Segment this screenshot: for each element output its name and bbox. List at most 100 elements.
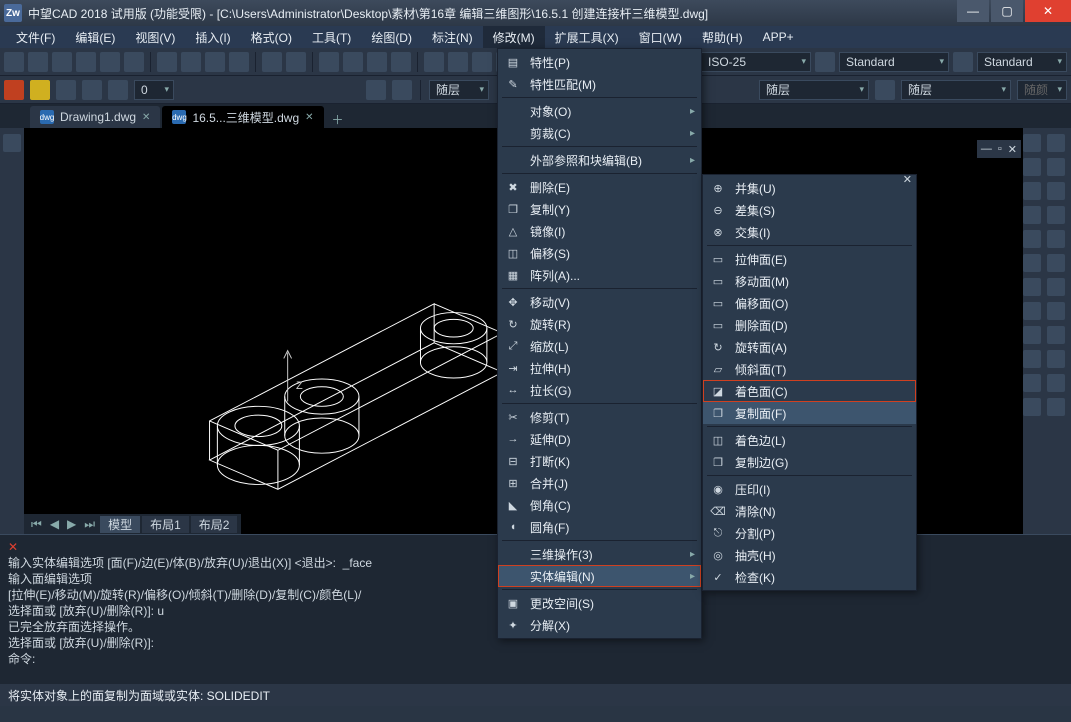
textstyle-combo[interactable]: Standard — [839, 52, 949, 72]
modify-menu-item[interactable]: ◖圆角(F) — [498, 516, 701, 538]
modify-menu-item[interactable]: 外部参照和块编辑(B) — [498, 149, 701, 171]
tool-icon[interactable] — [1023, 326, 1041, 344]
tool-icon[interactable] — [1023, 254, 1041, 272]
color-combo[interactable]: 随层 — [429, 80, 489, 100]
tool-icon[interactable] — [1047, 326, 1065, 344]
tablestyle-icon[interactable] — [953, 52, 973, 72]
layercolor-icon[interactable] — [108, 80, 128, 100]
modify-menu-item[interactable]: →延伸(D) — [498, 428, 701, 450]
tool-icon[interactable] — [1047, 278, 1065, 296]
tool-icon[interactable] — [3, 134, 21, 152]
doc-tab-drawing1[interactable]: dwg Drawing1.dwg ✕ — [30, 106, 160, 128]
menu-help[interactable]: 帮助(H) — [692, 26, 753, 48]
solidedit-menu-item[interactable]: ❐复制边(G) — [703, 451, 916, 473]
solidedit-menu-item[interactable]: ▭偏移面(O) — [703, 292, 916, 314]
tool-icon[interactable] — [1047, 302, 1065, 320]
solidedit-menu-item[interactable]: ⊖差集(S) — [703, 199, 916, 221]
close-tab-icon[interactable]: ✕ — [142, 112, 150, 123]
tab-model[interactable]: 模型 — [100, 516, 140, 533]
tool-icon[interactable] — [1023, 350, 1041, 368]
close-tab-icon[interactable]: ✕ — [305, 112, 313, 123]
modify-menu-item[interactable]: ↔拉长(G) — [498, 379, 701, 401]
solidedit-menu-item[interactable]: ▭删除面(D) — [703, 314, 916, 336]
menu-file[interactable]: 文件(F) — [6, 26, 65, 48]
menu-express[interactable]: 扩展工具(X) — [545, 26, 629, 48]
minimize-button[interactable]: — — [957, 0, 989, 22]
lineweight-combo[interactable]: 随层 — [901, 80, 1011, 100]
modify-menu-item[interactable]: 实体编辑(N) — [498, 565, 701, 587]
modify-menu-item[interactable]: ⊟打断(K) — [498, 450, 701, 472]
dimstyle-combo[interactable]: ISO-25 — [701, 52, 811, 72]
panel-minimize-icon[interactable]: — — [981, 143, 992, 155]
close-button[interactable]: ✕ — [1025, 0, 1071, 22]
solidedit-menu-item[interactable]: ⎋分割(P) — [703, 522, 916, 544]
solidedit-menu-item[interactable]: ⌫清除(N) — [703, 500, 916, 522]
menu-draw[interactable]: 绘图(D) — [361, 26, 422, 48]
modify-menu-item[interactable]: ✖删除(E) — [498, 176, 701, 198]
open-icon[interactable] — [28, 52, 48, 72]
zoom-icon[interactable] — [343, 52, 363, 72]
modify-menu-item[interactable]: ✦分解(X) — [498, 614, 701, 636]
solidedit-menu-item[interactable]: ⊕并集(U) — [703, 177, 916, 199]
tool-icon[interactable] — [1023, 158, 1041, 176]
print-icon[interactable] — [100, 52, 120, 72]
tool-icon[interactable] — [1047, 350, 1065, 368]
tool-icon[interactable] — [1023, 206, 1041, 224]
tab-layout1[interactable]: 布局1 — [142, 516, 189, 533]
lineweight-icon[interactable] — [366, 80, 386, 100]
linetype-icon[interactable] — [392, 80, 412, 100]
menu-edit[interactable]: 编辑(E) — [65, 26, 125, 48]
solidedit-menu-item[interactable]: ◉压印(I) — [703, 478, 916, 500]
modify-menu-item[interactable]: 三维操作(3) — [498, 543, 701, 565]
solidedit-menu-item[interactable]: ◪着色面(C) — [703, 380, 916, 402]
pan-icon[interactable] — [319, 52, 339, 72]
modify-menu-item[interactable]: ✥移动(V) — [498, 291, 701, 313]
modify-menu-item[interactable]: ◫偏移(S) — [498, 242, 701, 264]
tool-icon[interactable] — [1023, 134, 1041, 152]
tool-icon[interactable] — [1023, 278, 1041, 296]
add-tab-icon[interactable]: ＋ — [326, 111, 350, 128]
cut-icon[interactable] — [157, 52, 177, 72]
menu-app[interactable]: APP+ — [753, 26, 804, 48]
tool-icon[interactable] — [1023, 182, 1041, 200]
solidedit-menu-item[interactable]: ◫着色边(L) — [703, 429, 916, 451]
solidedit-menu-item[interactable]: ❐复制面(F) — [703, 402, 916, 424]
modify-menu-item[interactable]: ⤢缩放(L) — [498, 335, 701, 357]
layerfreeze-icon[interactable] — [56, 80, 76, 100]
panel-maximize-icon[interactable]: ▫ — [998, 143, 1002, 155]
modify-menu-item[interactable]: ⊞合并(J) — [498, 472, 701, 494]
tool-icon[interactable] — [1023, 398, 1041, 416]
matchprop-icon[interactable] — [229, 52, 249, 72]
tool-icon[interactable] — [1047, 374, 1065, 392]
modify-menu-item[interactable]: ▦阵列(A)... — [498, 264, 701, 286]
menu-tools[interactable]: 工具(T) — [302, 26, 361, 48]
solidedit-menu-item[interactable]: ▱倾斜面(T) — [703, 358, 916, 380]
modify-menu-item[interactable]: ▣更改空间(S) — [498, 592, 701, 614]
saveall-icon[interactable] — [76, 52, 96, 72]
textstyle-icon[interactable] — [815, 52, 835, 72]
modify-menu-item[interactable]: 剪裁(C) — [498, 122, 701, 144]
tool-icon[interactable] — [472, 52, 492, 72]
tool-icon[interactable] — [1047, 206, 1065, 224]
tab-nav-last-icon[interactable]: ⏭ — [81, 517, 98, 532]
menu-window[interactable]: 窗口(W) — [629, 26, 692, 48]
tool-icon[interactable] — [448, 52, 468, 72]
modify-menu-item[interactable]: ✂修剪(T) — [498, 406, 701, 428]
doc-tab-model[interactable]: dwg 16.5...三维模型.dwg ✕ — [162, 106, 323, 128]
menu-view[interactable]: 视图(V) — [125, 26, 185, 48]
modify-menu-item[interactable]: △镜像(I) — [498, 220, 701, 242]
linetype-combo[interactable]: 随层 — [759, 80, 869, 100]
tool-icon[interactable] — [1023, 230, 1041, 248]
menu-dimension[interactable]: 标注(N) — [422, 26, 483, 48]
tool-icon[interactable] — [1023, 302, 1041, 320]
modify-menu-item[interactable]: ✎特性匹配(M) — [498, 73, 701, 95]
tool-icon[interactable] — [424, 52, 444, 72]
copy-icon[interactable] — [181, 52, 201, 72]
tab-layout2[interactable]: 布局2 — [191, 516, 238, 533]
tool-icon[interactable] — [1047, 134, 1065, 152]
layer-combo[interactable]: 0 — [134, 80, 174, 100]
tool-icon[interactable] — [1047, 254, 1065, 272]
zoomwin-icon[interactable] — [367, 52, 387, 72]
plotstyle-combo[interactable]: 随颜 — [1017, 80, 1067, 100]
tab-nav-first-icon[interactable]: ⏮ — [28, 517, 45, 532]
